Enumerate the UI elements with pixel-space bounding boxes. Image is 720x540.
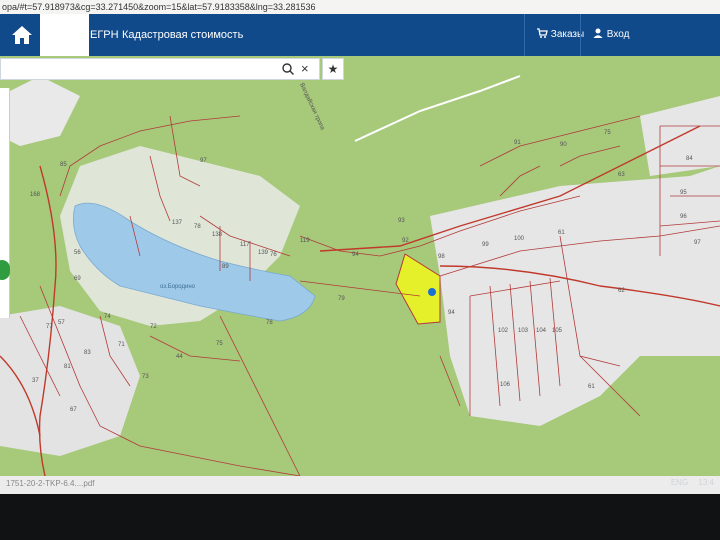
search-icon[interactable] <box>281 62 295 76</box>
clock[interactable]: 13:4 <box>698 478 714 487</box>
parcel-number: 83 <box>84 350 91 356</box>
parcel-number: 74 <box>104 314 111 320</box>
star-icon[interactable]: ★ <box>322 58 344 80</box>
road <box>354 75 521 142</box>
download-file-label[interactable]: 1751-20-2-TKP-6.4....pdf <box>6 479 95 488</box>
parcel-number: 98 <box>438 254 445 260</box>
parcel-number: 75 <box>216 341 223 347</box>
cart-icon <box>536 28 551 40</box>
parcel-number: 99 <box>482 242 489 248</box>
parcel-number: 138 <box>212 232 223 238</box>
parcel-number: 105 <box>552 328 563 334</box>
parcel-number: 56 <box>74 250 81 256</box>
parcel-number: 84 <box>686 156 693 162</box>
parcel-number: 106 <box>500 382 511 388</box>
login-label: Вход <box>606 29 630 40</box>
parcel-number: 90 <box>560 142 567 148</box>
user-icon <box>592 28 607 40</box>
taskbar <box>0 494 720 540</box>
location-marker-icon[interactable] <box>428 288 436 296</box>
parcel-number: 137 <box>172 220 183 226</box>
cadastral-map[interactable]: оз.Бородино Валдайская тропа 97 85 168 1… <box>0 56 720 476</box>
parcel-number: 89 <box>222 264 229 270</box>
orders-button[interactable]: Заказы <box>528 14 584 56</box>
parcel-number: 78 <box>266 320 273 326</box>
parcel-number: 62 <box>618 288 625 294</box>
parcel-number: 94 <box>352 252 359 258</box>
parcel-number: 78 <box>194 224 201 230</box>
parcel-number: 85 <box>60 162 67 168</box>
parcel-number: 94 <box>448 310 455 316</box>
parcel-number: 95 <box>680 190 687 196</box>
parcel-number: 37 <box>32 378 39 384</box>
login-button[interactable]: Вход <box>584 14 629 56</box>
parcel-number: 44 <box>176 354 183 360</box>
light-area <box>0 306 140 456</box>
map-search-bar: × <box>0 58 320 80</box>
browser-download-bar <box>0 476 720 494</box>
parcel-number: 97 <box>694 240 701 246</box>
light-area <box>430 166 720 426</box>
parcel-number: 77 <box>46 324 53 330</box>
light-area <box>0 76 80 146</box>
parcel-number: 168 <box>30 192 41 198</box>
parcel-number: 96 <box>680 214 687 220</box>
parcel-number: 81 <box>64 364 71 370</box>
parcel-number: 69 <box>74 276 81 282</box>
road-label: Валдайская тропа <box>298 82 326 132</box>
parcel-number: 75 <box>604 130 611 136</box>
parcel-number: 61 <box>588 384 595 390</box>
parcel-number: 67 <box>70 407 77 413</box>
close-icon[interactable]: × <box>301 61 309 77</box>
parcel-number: 104 <box>536 328 547 334</box>
tab-cadastral-value[interactable]: Кадастровая стоимость <box>112 14 253 56</box>
browser-url-bar[interactable]: ора/#t=57.918973&cg=33.271450&zoom=15&la… <box>0 0 720 14</box>
parcel-number: 119 <box>300 238 310 244</box>
parcel-number: 97 <box>200 158 207 164</box>
parcel-number: 71 <box>118 342 125 348</box>
parcel-number: 102 <box>498 328 509 334</box>
parcel-number: 63 <box>618 172 625 178</box>
parcel-number: 103 <box>518 328 529 334</box>
lake-label: оз.Бородино <box>160 284 196 290</box>
parcel-number: 117 <box>240 242 250 248</box>
side-toggle-button[interactable] <box>0 260 10 280</box>
parcel-number: 100 <box>514 236 525 242</box>
parcel-number: 139 <box>258 250 269 256</box>
parcel-number: 57 <box>58 320 65 326</box>
search-input[interactable] <box>1 59 273 79</box>
divider <box>580 14 581 56</box>
divider <box>524 14 525 56</box>
parcel-number: 79 <box>338 296 345 302</box>
language-indicator[interactable]: ENG <box>671 478 688 487</box>
parcel-number: 61 <box>558 230 565 236</box>
parcel-number: 72 <box>150 324 157 330</box>
parcel-number: 93 <box>398 218 405 224</box>
parcel-number: 73 <box>142 374 149 380</box>
home-icon[interactable] <box>8 22 36 48</box>
parcel-number: 92 <box>402 238 409 244</box>
parcel-number: 91 <box>514 140 521 146</box>
top-navigation: Карта ЕГРН Кадастровая стоимость Заказы … <box>0 14 720 56</box>
side-panel <box>0 88 10 318</box>
system-tray: ENG 13:4 <box>663 478 714 487</box>
parcel-number: 76 <box>270 252 277 258</box>
